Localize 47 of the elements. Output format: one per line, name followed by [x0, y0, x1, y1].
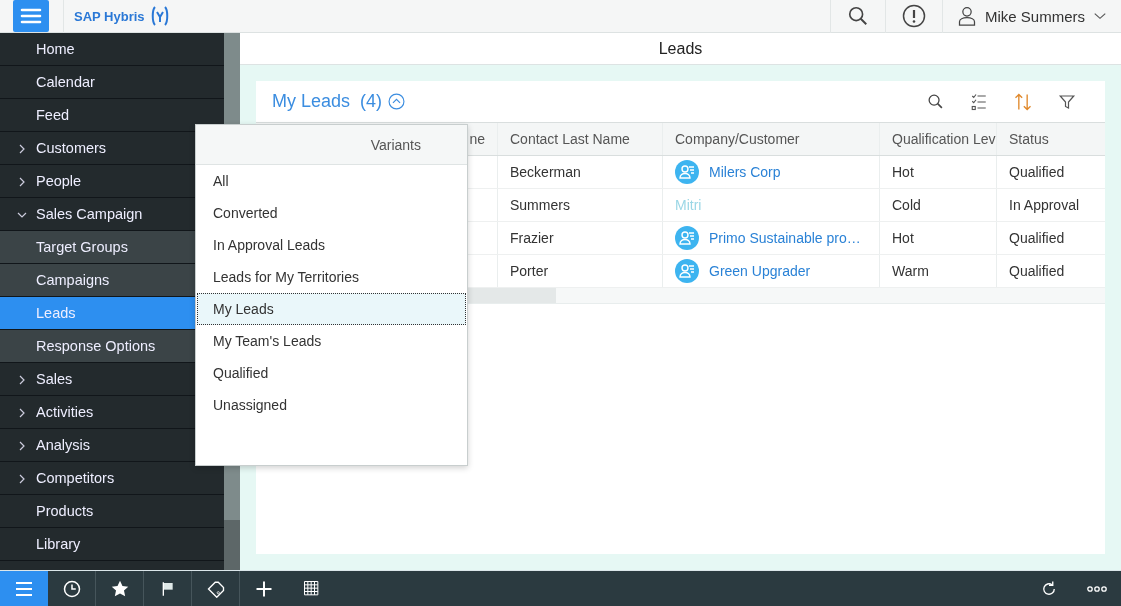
- table-cell: Cold: [879, 189, 996, 221]
- company-link[interactable]: Green Upgrader: [709, 263, 811, 279]
- alert-icon: [902, 4, 926, 28]
- table-cell: Summers: [497, 189, 662, 221]
- table-cell: In Approval: [996, 189, 1105, 221]
- account-icon: [675, 160, 699, 184]
- column-header[interactable]: Qualification Lev: [879, 123, 996, 155]
- column-header[interactable]: Contact Last Name: [497, 123, 662, 155]
- table-cell: Porter: [497, 255, 662, 287]
- table-cell: Hot: [879, 156, 996, 188]
- tag-icon: [206, 579, 225, 598]
- table-cell: Hot: [879, 222, 996, 254]
- table-cell: Qualified: [996, 156, 1105, 188]
- variant-option[interactable]: My Leads: [197, 293, 466, 325]
- filter-icon: [1058, 92, 1076, 111]
- table-cell: Qualified: [996, 255, 1105, 287]
- user-menu[interactable]: Mike Summers: [942, 0, 1121, 33]
- menu-button[interactable]: [13, 0, 49, 32]
- company-link[interactable]: Primo Sustainable pro…: [709, 230, 861, 246]
- table-cell: Frazier: [497, 222, 662, 254]
- menu-icon: [14, 580, 34, 597]
- list-title[interactable]: My Leads: [272, 91, 351, 112]
- account-icon: [675, 226, 699, 250]
- refresh-icon: [1040, 579, 1058, 598]
- company-link[interactable]: Milers Corp: [709, 164, 781, 180]
- column-header[interactable]: Company/Customer: [662, 123, 879, 155]
- clock-icon: [62, 579, 81, 598]
- column-header[interactable]: Status: [996, 123, 1105, 155]
- table-cell: Beckerman: [497, 156, 662, 188]
- star-icon: [110, 579, 129, 598]
- checklist-icon: [970, 92, 988, 111]
- table-cell: Warm: [879, 255, 996, 287]
- plus-icon: [255, 579, 273, 598]
- search-icon: [926, 93, 944, 110]
- more-icon: [1087, 584, 1107, 593]
- brand-name: SAP Hybris: [74, 8, 145, 24]
- popover-title: Variants: [370, 136, 421, 153]
- chevron-up-icon: [388, 93, 406, 110]
- list-count: (4): [360, 91, 383, 112]
- table-cell: Qualified: [996, 222, 1105, 254]
- user-icon: [957, 5, 977, 27]
- logo-icon: [150, 5, 169, 27]
- menu-icon: [20, 7, 42, 25]
- search-icon: [847, 5, 869, 27]
- sort-icon: [1013, 91, 1033, 112]
- account-icon: [675, 259, 699, 283]
- page-title: Leads: [658, 39, 703, 58]
